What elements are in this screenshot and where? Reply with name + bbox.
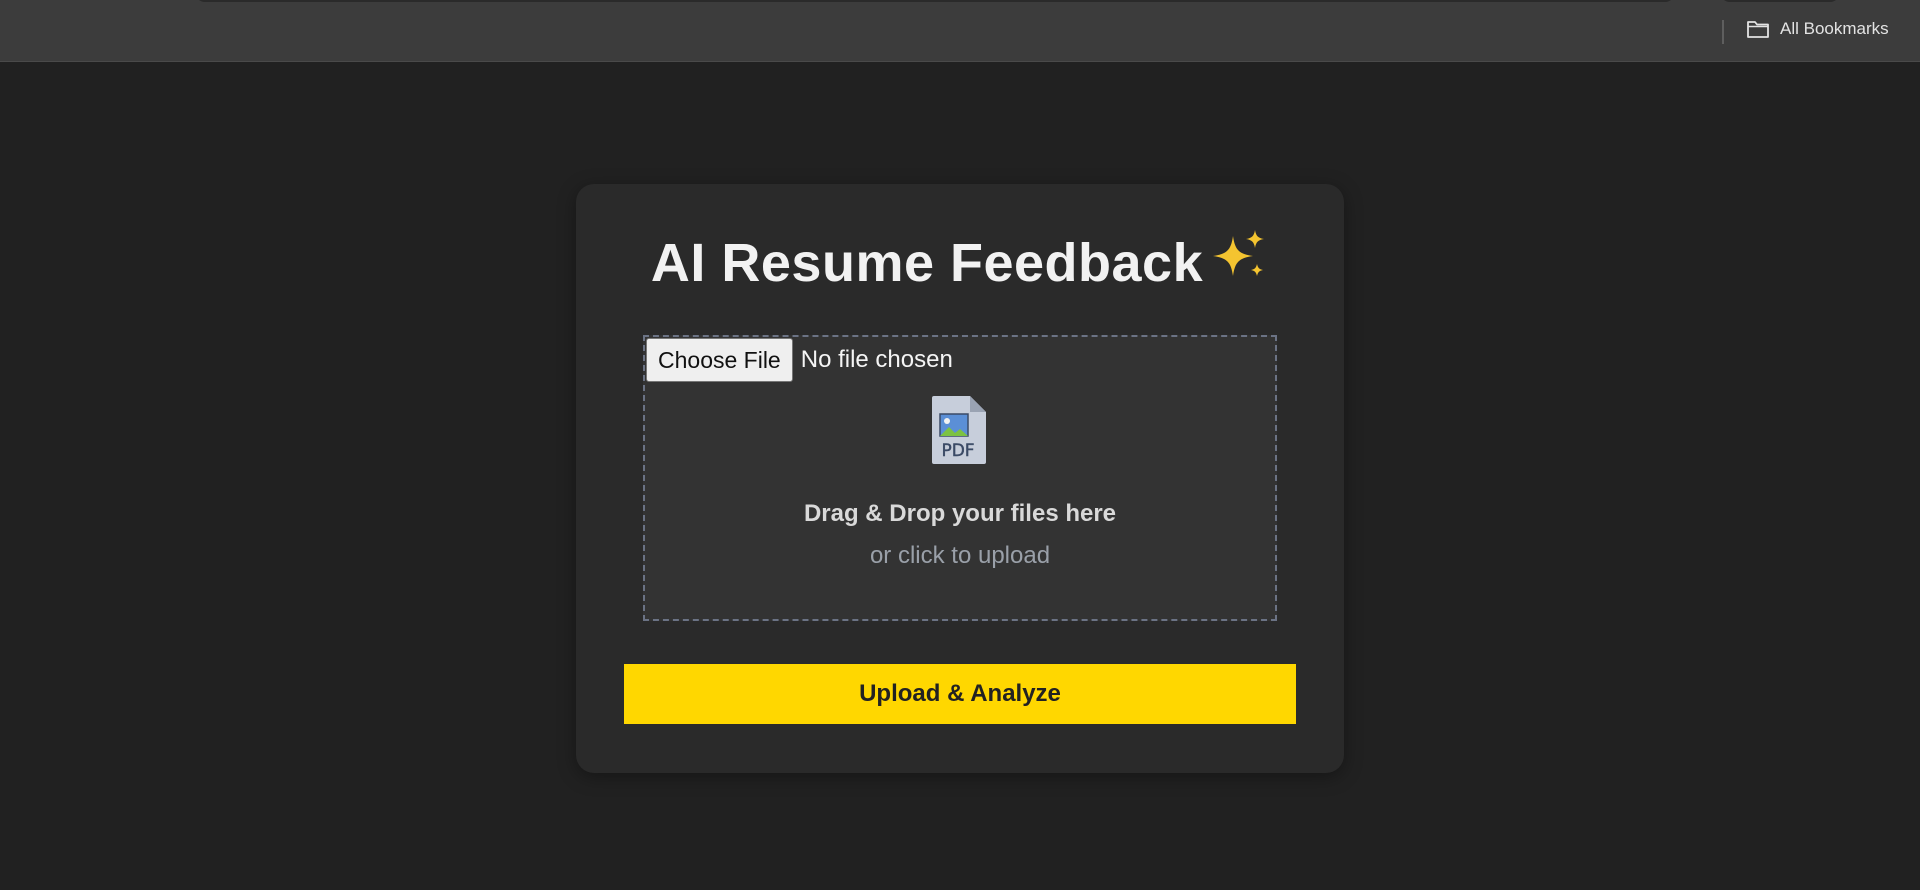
dropzone-main-text: Drag & Drop your files here <box>803 500 1117 527</box>
pdf-file-icon: PDF <box>930 394 990 466</box>
omnibox-edge <box>195 0 1675 2</box>
all-bookmarks-label: All Bookmarks <box>1780 19 1889 38</box>
upload-analyze-button[interactable]: Upload & Analyze <box>624 664 1296 724</box>
dropzone-sub-text[interactable]: or click to upload <box>0 542 1920 570</box>
svg-text:PDF: PDF <box>941 441 974 461</box>
sparkles-icon <box>1209 228 1269 297</box>
all-bookmarks-button[interactable]: All Bookmarks <box>1746 19 1889 39</box>
folder-icon <box>1746 19 1770 39</box>
file-input[interactable]: Choose File No file chosen <box>646 338 953 382</box>
page-title: AI Resume Feedback <box>0 228 1920 297</box>
page-title-text: AI Resume Feedback <box>650 232 1204 293</box>
browser-bookmarks-bar: All Bookmarks <box>0 0 1920 62</box>
file-status-text: No file chosen <box>800 346 953 373</box>
choose-file-button[interactable]: Choose File <box>646 338 793 382</box>
bookmarks-separator <box>1722 20 1724 44</box>
toolbar-button-edge <box>1720 0 1840 2</box>
